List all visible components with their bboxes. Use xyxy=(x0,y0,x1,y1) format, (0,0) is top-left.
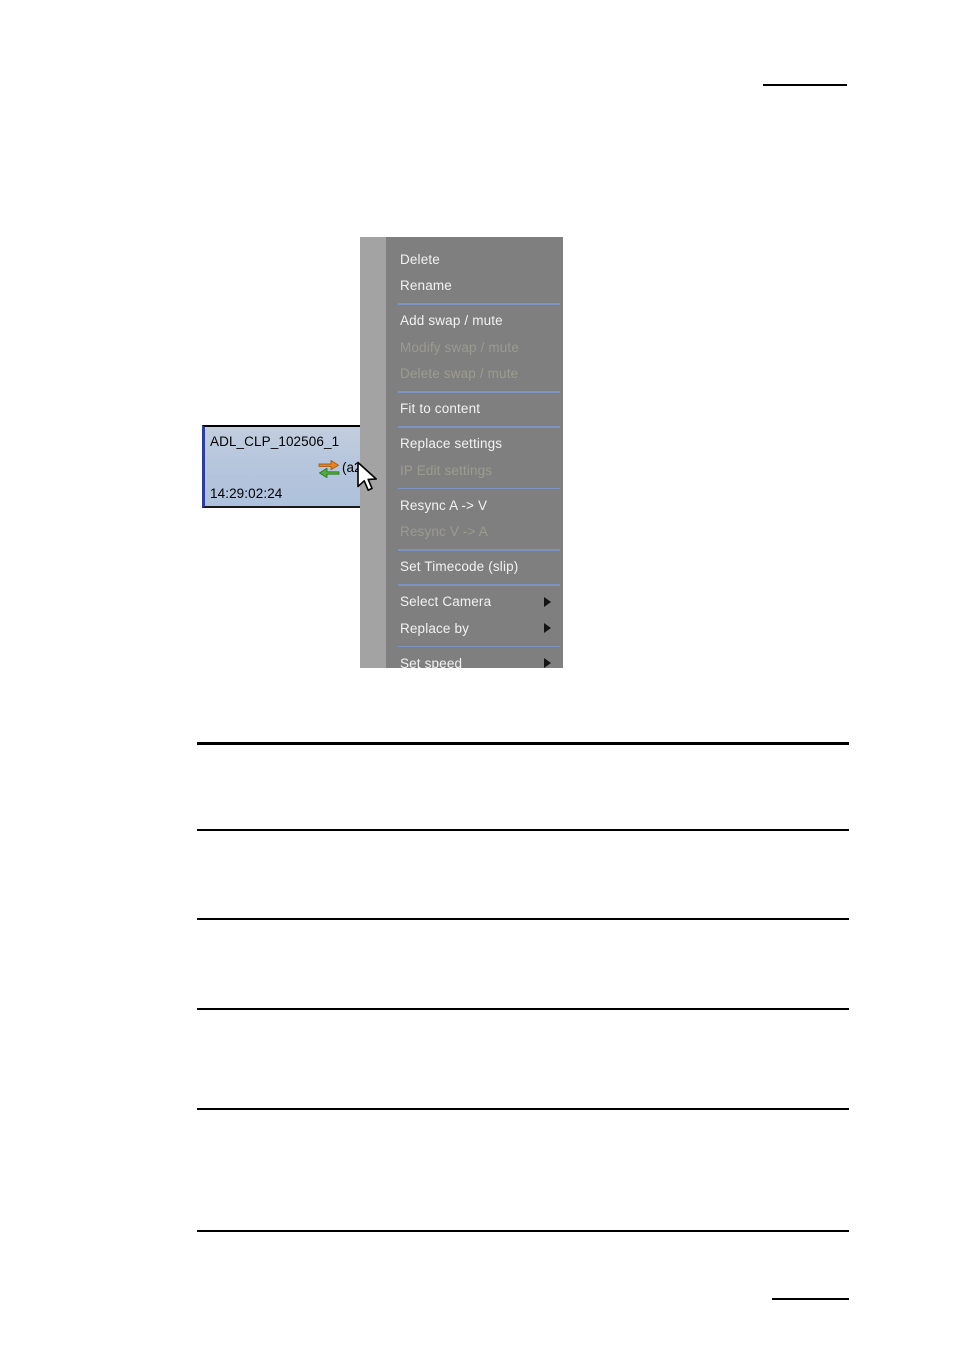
table-bottom-border xyxy=(197,1230,849,1232)
menu-separator xyxy=(386,387,563,396)
menu-separator xyxy=(386,299,563,308)
menu-item-label: Add swap / mute xyxy=(400,313,503,329)
menu-item-replace-settings[interactable]: Replace settings xyxy=(386,431,563,458)
clip-context-menu[interactable]: Delete Rename Add swap / mute Modify swap /… xyxy=(360,237,563,668)
swap-arrows-icon xyxy=(318,460,340,479)
menu-item-rename[interactable]: Rename xyxy=(386,273,563,300)
menu-item-label: Fit to content xyxy=(400,401,481,417)
menu-item-set-speed[interactable]: Set speed xyxy=(386,650,563,668)
clip-timecode-label: 14:29:02:24 xyxy=(210,486,283,501)
menu-separator xyxy=(386,422,563,431)
menu-item-list: Delete Rename Add swap / mute Modify swap /… xyxy=(386,237,563,668)
menu-item-label: Rename xyxy=(400,278,452,294)
submenu-chevron-right-icon xyxy=(544,658,551,668)
menu-item-modify-swap-mute: Modify swap / mute xyxy=(386,334,563,361)
menu-item-resync-v-to-a: Resync V -> A xyxy=(386,519,563,546)
menu-item-label: Resync V -> A xyxy=(400,524,488,540)
menu-item-delete[interactable]: Delete xyxy=(386,246,563,273)
menu-item-add-swap-mute[interactable]: Add swap / mute xyxy=(386,308,563,335)
submenu-chevron-right-icon xyxy=(544,596,551,607)
menu-item-ip-edit-settings: IP Edit settings xyxy=(386,457,563,484)
menu-item-label: Replace settings xyxy=(400,436,503,452)
menu-item-label: Modify swap / mute xyxy=(400,339,519,355)
menu-separator xyxy=(386,580,563,589)
footer-rule xyxy=(772,1298,849,1300)
clip-name-label: ADL_CLP_102506_1 xyxy=(210,434,340,449)
menu-item-label: Set speed xyxy=(400,655,463,668)
timeline-clip[interactable]: ADL_CLP_102506_1 (a2 14:29:02:24 xyxy=(202,425,362,508)
table-row-divider xyxy=(197,918,849,920)
menu-item-select-camera[interactable]: Select Camera xyxy=(386,589,563,616)
menu-icon-gutter xyxy=(360,237,386,668)
menu-item-label: Delete swap / mute xyxy=(400,366,519,382)
menu-separator xyxy=(386,484,563,493)
menu-item-set-timecode-slip[interactable]: Set Timecode (slip) xyxy=(386,554,563,581)
menu-item-delete-swap-mute: Delete swap / mute xyxy=(386,361,563,388)
table-row-divider xyxy=(197,829,849,831)
menu-item-label: IP Edit settings xyxy=(400,462,493,478)
menu-item-label: Delete xyxy=(400,251,440,267)
menu-separator xyxy=(386,642,563,651)
menu-item-label: Select Camera xyxy=(400,594,492,610)
table-row-divider xyxy=(197,1108,849,1110)
table-top-border xyxy=(197,742,849,745)
clip-badge-row: (a2 xyxy=(317,457,362,479)
menu-separator xyxy=(386,545,563,554)
header-rule xyxy=(763,84,847,86)
menu-item-label: Resync A -> V xyxy=(400,497,488,513)
submenu-chevron-right-icon xyxy=(544,623,551,634)
menu-item-label: Replace by xyxy=(400,620,470,636)
clip-audio-channel-label: (a2 xyxy=(342,459,362,475)
menu-top-padding xyxy=(386,237,563,246)
menu-item-label: Set Timecode (slip) xyxy=(400,559,519,575)
menu-item-replace-by[interactable]: Replace by xyxy=(386,615,563,642)
menu-item-resync-a-to-v[interactable]: Resync A -> V xyxy=(386,492,563,519)
menu-item-fit-to-content[interactable]: Fit to content xyxy=(386,396,563,423)
table-row-divider xyxy=(197,1008,849,1010)
